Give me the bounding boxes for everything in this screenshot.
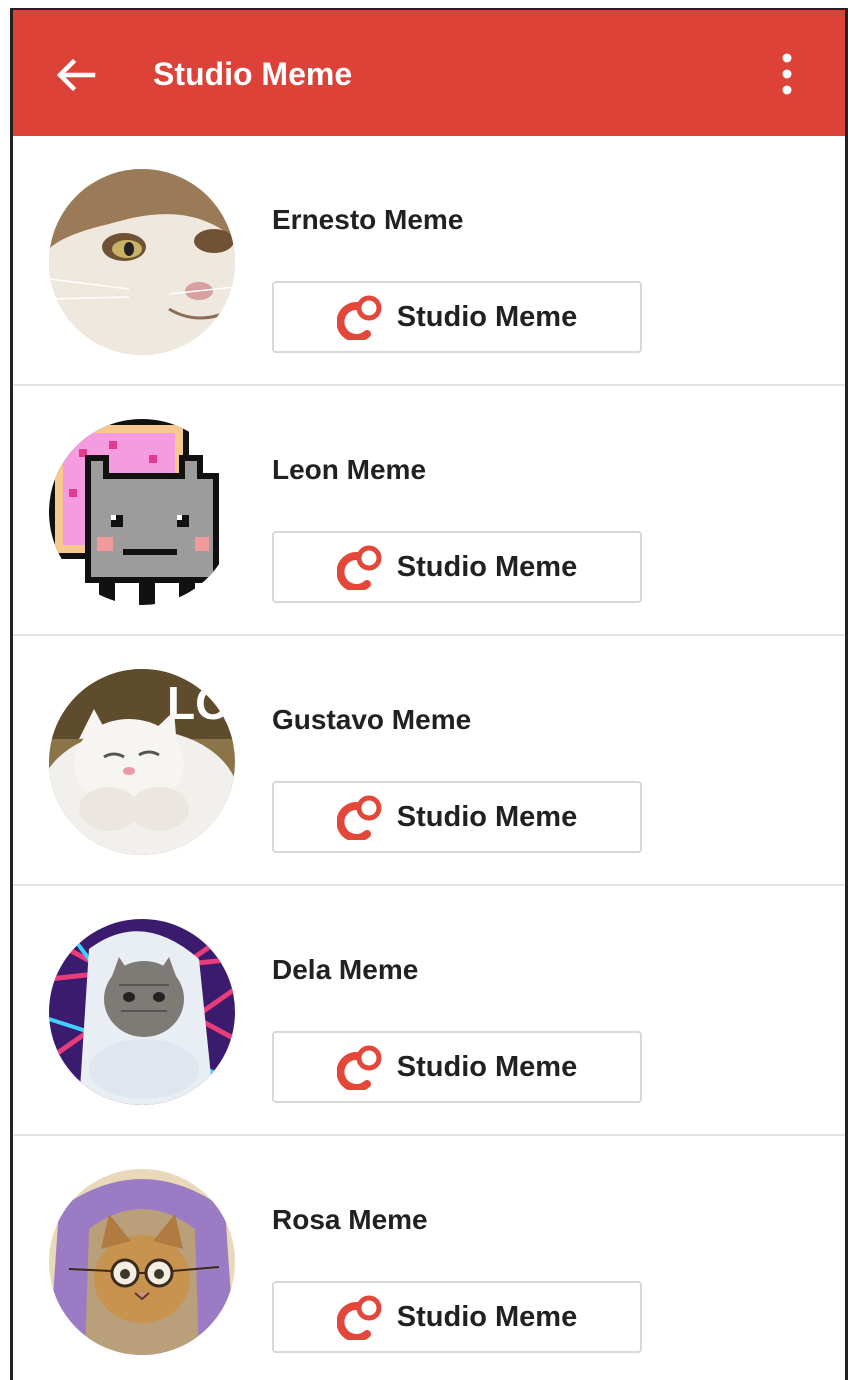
- studio-meme-logo-icon: [336, 1045, 382, 1090]
- studio-meme-button[interactable]: Studio Meme: [272, 531, 642, 603]
- studio-meme-logo-icon: [336, 295, 382, 340]
- studio-meme-logo-icon: [336, 795, 382, 840]
- avatar[interactable]: [49, 419, 235, 605]
- avatar[interactable]: LO: [49, 669, 235, 855]
- item-name: Ernesto Meme: [272, 204, 464, 235]
- item-name: Leon Meme: [272, 454, 427, 485]
- page-title: Studio Meme: [153, 56, 353, 92]
- arrow-left-icon: [56, 58, 96, 92]
- list-item: Ernesto Meme Studio Meme: [13, 136, 845, 386]
- studio-meme-button[interactable]: Studio Meme: [272, 281, 642, 353]
- phone-screen: Studio Meme Ernesto Meme Studio Meme Leo…: [10, 8, 848, 1380]
- studio-meme-button-label: Studio Meme: [396, 1300, 578, 1333]
- list-item: Leon Meme Studio Meme: [13, 386, 845, 636]
- avatar[interactable]: [49, 1169, 235, 1355]
- list-item: LO Gustavo Meme Studio Meme: [13, 636, 845, 886]
- hipster-cat-avatar-icon: [49, 1169, 235, 1355]
- studio-meme-button-label: Studio Meme: [396, 550, 578, 583]
- avatar[interactable]: [49, 919, 235, 1105]
- overflow-menu-button[interactable]: [779, 52, 795, 96]
- more-vertical-icon: [782, 53, 792, 95]
- grumpy-cat-avatar-icon: [49, 169, 235, 355]
- nyan-cat-avatar-icon: [49, 419, 235, 605]
- meme-list: Ernesto Meme Studio Meme Leon Meme Studi…: [13, 136, 845, 1380]
- item-name: Rosa Meme: [272, 1204, 428, 1235]
- svg-text:LO: LO: [167, 677, 231, 729]
- studio-meme-button-label: Studio Meme: [396, 300, 578, 333]
- studio-meme-button-label: Studio Meme: [396, 800, 578, 833]
- list-item: Dela Meme Studio Meme: [13, 886, 845, 1136]
- app-bar: Studio Meme: [13, 10, 845, 136]
- studio-meme-button[interactable]: Studio Meme: [272, 1281, 642, 1353]
- item-name: Gustavo Meme: [272, 704, 472, 735]
- studio-meme-button[interactable]: Studio Meme: [272, 1031, 642, 1103]
- hooded-cat-avatar-icon: [49, 919, 235, 1105]
- studio-meme-button[interactable]: Studio Meme: [272, 781, 642, 853]
- avatar[interactable]: [49, 169, 235, 355]
- back-button[interactable]: [53, 53, 97, 97]
- studio-meme-logo-icon: [336, 1295, 382, 1340]
- screen: Studio Meme Ernesto Meme Studio Meme Leo…: [0, 0, 848, 1380]
- studio-meme-button-label: Studio Meme: [396, 1050, 578, 1083]
- laughing-cat-avatar-icon: LO: [49, 669, 235, 855]
- list-item: Rosa Meme Studio Meme: [13, 1136, 845, 1380]
- item-name: Dela Meme: [272, 954, 419, 985]
- studio-meme-logo-icon: [336, 545, 382, 590]
